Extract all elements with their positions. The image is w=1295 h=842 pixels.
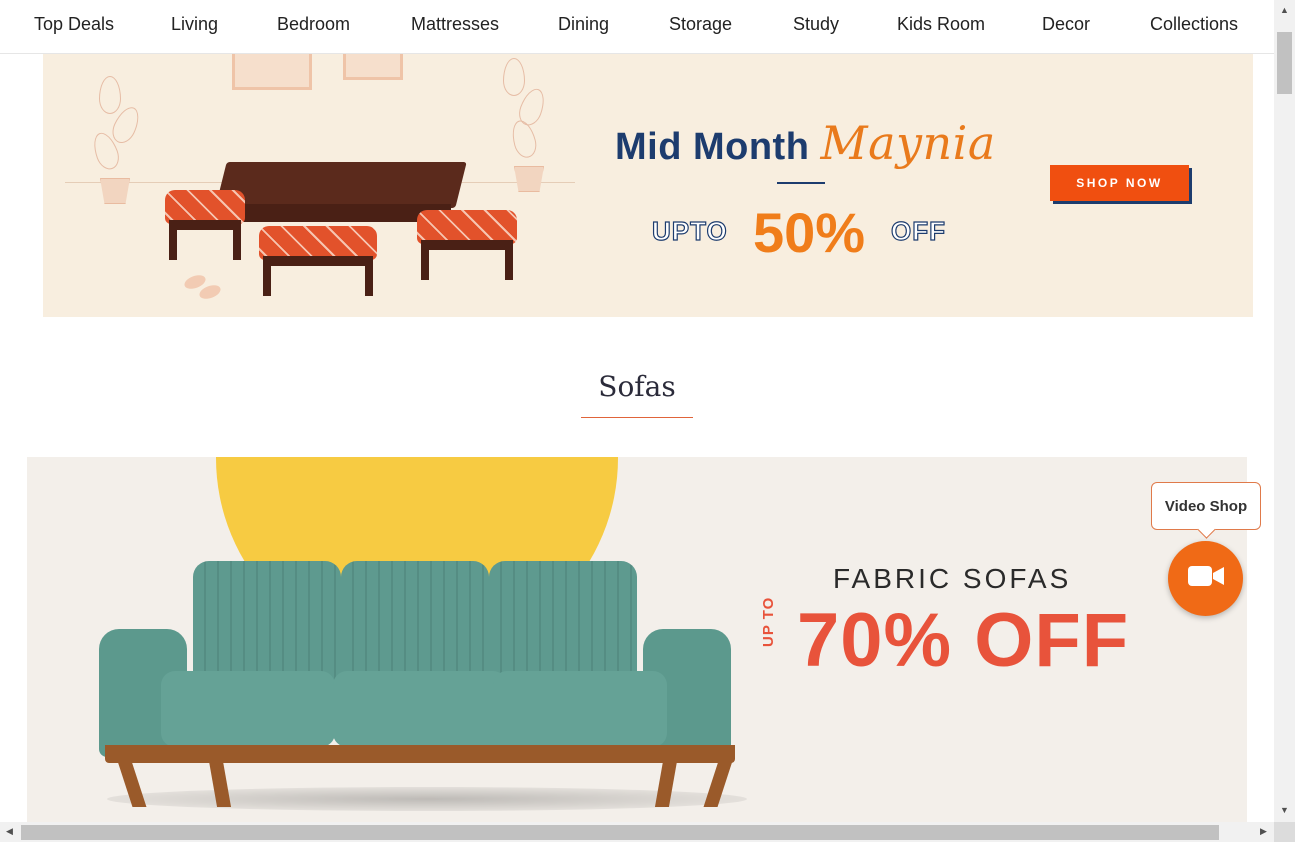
nav-item-top-deals[interactable]: Top Deals [34, 14, 114, 35]
promo-upto: UPTO [651, 215, 728, 246]
plant-pot-left [100, 178, 130, 204]
sofa-seat-cushion [161, 671, 335, 747]
video-shop-button[interactable] [1168, 541, 1243, 616]
vertical-scroll-thumb[interactable] [1277, 32, 1292, 94]
nav-item-decor[interactable]: Decor [1042, 14, 1090, 35]
sofa-back-cushion [341, 561, 489, 681]
video-shop-tooltip[interactable]: Video Shop [1151, 482, 1261, 530]
scroll-left-arrow-icon[interactable]: ◀ [6, 827, 13, 836]
section-title-underline [581, 417, 693, 418]
promo-title: Mid Month Maynia [615, 116, 996, 170]
shop-now-button[interactable]: SHOP NOW [1050, 165, 1189, 201]
scroll-down-arrow-icon[interactable]: ▼ [1280, 806, 1289, 815]
stool [165, 190, 245, 260]
nav-item-living[interactable]: Living [171, 14, 218, 35]
plant-leaf [508, 117, 540, 161]
promo-percent: 50% [753, 201, 866, 264]
video-camera-icon [1187, 564, 1225, 593]
sofa-banner[interactable]: FABRIC SOFAS UP TO 70% OFF [27, 457, 1247, 822]
nav-item-kids-room[interactable]: Kids Room [897, 14, 985, 35]
sofa-frame [105, 745, 735, 763]
horizontal-scroll-thumb[interactable] [21, 825, 1219, 840]
promo-off: OFF [890, 215, 946, 246]
page-content: Mid Month Maynia UPTO 50% OFF SHOP NOW S… [0, 54, 1274, 822]
promo-banner[interactable]: Mid Month Maynia UPTO 50% OFF SHOP NOW [43, 54, 1253, 317]
promo-divider [777, 182, 825, 184]
nav-item-bedroom[interactable]: Bedroom [277, 14, 350, 35]
nav-item-mattresses[interactable]: Mattresses [411, 14, 499, 35]
sofa-banner-title: FABRIC SOFAS [833, 563, 1072, 594]
top-nav: Top Deals Living Bedroom Mattresses Dini… [0, 0, 1274, 54]
stool [417, 210, 517, 284]
stool [259, 226, 377, 302]
wall-frame-left [232, 54, 312, 90]
scrollbar-corner [1274, 822, 1295, 842]
plant-pot-right [514, 166, 544, 192]
sofa-shadow [107, 787, 747, 811]
sofa-seat-cushion [493, 671, 667, 747]
sofa-seat-cushion [333, 671, 507, 747]
section-title: Sofas [598, 370, 676, 403]
sofa-back-cushion [489, 561, 637, 681]
nav-item-storage[interactable]: Storage [669, 14, 732, 35]
nav-item-dining[interactable]: Dining [558, 14, 609, 35]
scroll-right-arrow-icon[interactable]: ▶ [1260, 827, 1267, 836]
wall-frame-right [343, 54, 403, 80]
plant-leaf [503, 58, 525, 96]
vertical-scrollbar[interactable] [1274, 0, 1295, 822]
nav-item-study[interactable]: Study [793, 14, 839, 35]
scroll-up-arrow-icon[interactable]: ▲ [1280, 6, 1289, 15]
sofa-banner-upto: UP TO [760, 596, 777, 647]
coffee-table [215, 162, 467, 208]
sofa-banner-offer: 70% OFF [797, 598, 1130, 683]
plant-leaf [99, 76, 121, 114]
nav-item-collections[interactable]: Collections [1150, 14, 1238, 35]
sofa-back-cushion [193, 561, 341, 681]
